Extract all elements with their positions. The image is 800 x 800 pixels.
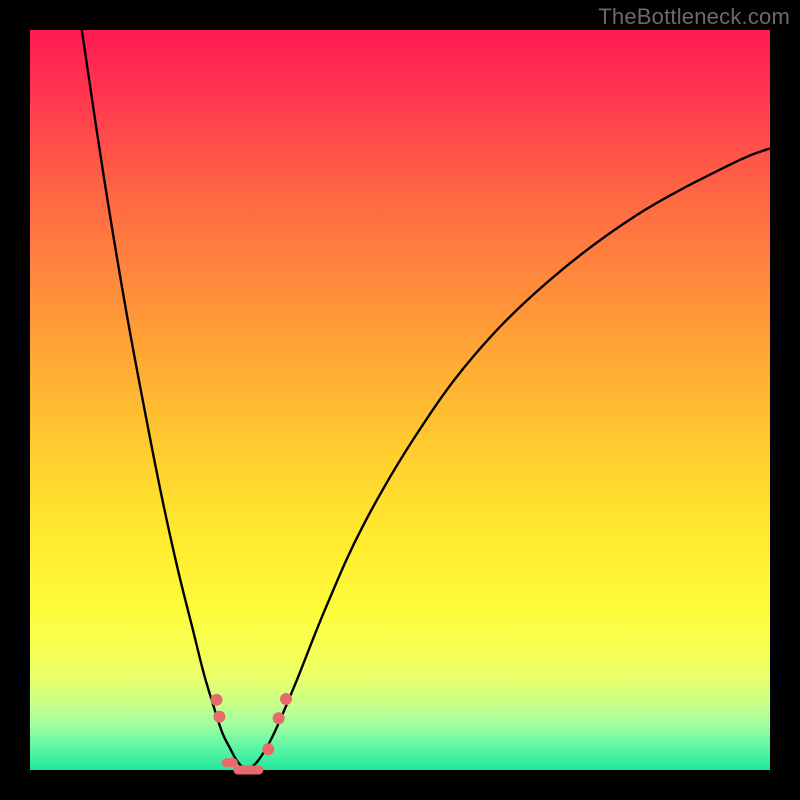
watermark-text: TheBottleneck.com	[598, 4, 790, 30]
marker-pill	[233, 766, 263, 775]
marker-dot	[262, 743, 274, 755]
marker-dot	[273, 712, 285, 724]
marker-dot	[280, 693, 292, 705]
chart-svg	[30, 30, 770, 770]
marker-dot	[210, 694, 222, 706]
marker-dot	[213, 711, 225, 723]
right-curve	[248, 148, 770, 770]
marker-pill	[222, 758, 238, 767]
left-curve	[82, 30, 249, 770]
